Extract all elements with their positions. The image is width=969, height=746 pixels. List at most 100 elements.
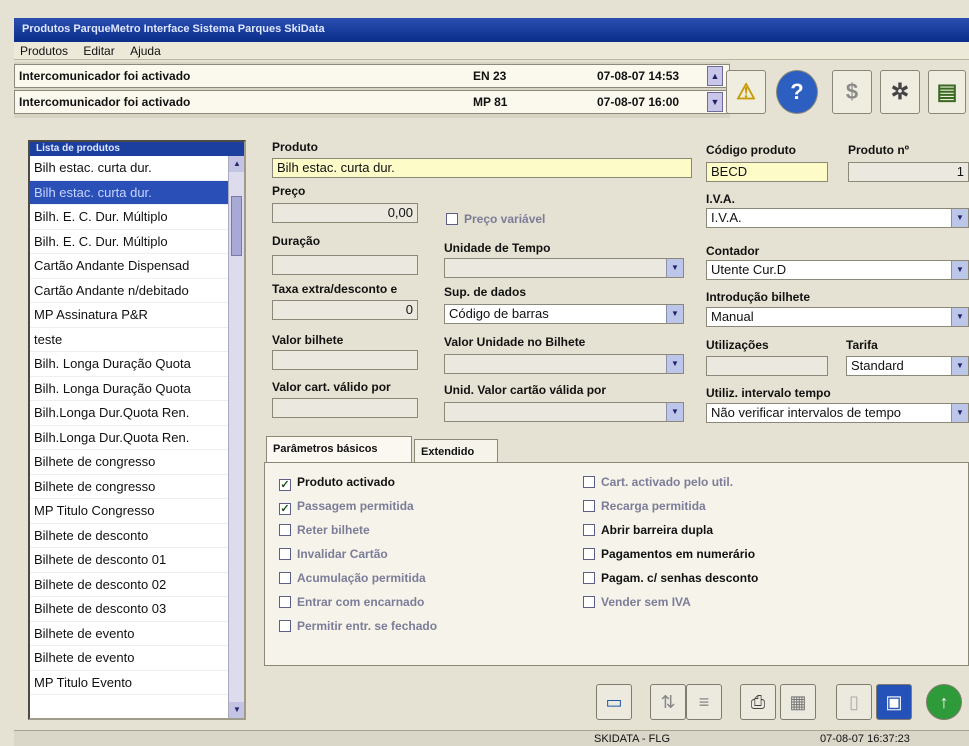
preco-variavel-checkbox[interactable]: Preço variável <box>446 212 545 226</box>
chevron-down-icon[interactable]: ▼ <box>951 261 968 279</box>
valor-cartao-input[interactable] <box>272 398 418 418</box>
checkbox-box[interactable] <box>446 213 458 225</box>
taxa-extra-input[interactable]: 0 <box>272 300 418 320</box>
parameter-checkbox[interactable]: Abrir barreira dupla <box>583 523 713 537</box>
unid-valor-cartao-select[interactable]: ▼ <box>444 402 684 422</box>
checkbox-box[interactable] <box>279 548 291 560</box>
list-item[interactable]: Bilhete de desconto 03 <box>30 597 228 622</box>
alarm-scroll-down-icon[interactable]: ▼ <box>707 92 723 112</box>
list-item[interactable]: MP Assinatura P&R <box>30 303 228 328</box>
checkbox-box[interactable] <box>279 620 291 632</box>
parameter-checkbox[interactable]: ✓ Produto activado <box>279 475 395 491</box>
sort-icon[interactable]: ⇅ <box>650 684 686 720</box>
list-item[interactable]: teste <box>30 328 228 352</box>
parameter-checkbox[interactable]: Permitir entr. se fechado <box>279 619 437 633</box>
report-icon[interactable]: ▤ <box>928 70 966 114</box>
checkbox-box[interactable] <box>279 596 291 608</box>
chevron-down-icon[interactable]: ▼ <box>951 209 968 227</box>
list-item[interactable]: MP Titulo Congresso <box>30 499 228 524</box>
chevron-down-icon[interactable]: ▼ <box>951 404 968 422</box>
parameter-checkbox[interactable]: Reter bilhete <box>279 523 370 537</box>
alarm-row[interactable]: Intercomunicador foi activado EN 23 07-0… <box>14 64 730 88</box>
list-item[interactable]: Bilhete de evento <box>30 646 228 671</box>
list-item[interactable]: Bilh.Longa Dur.Quota Ren. <box>30 426 228 450</box>
checkbox-box[interactable] <box>583 476 595 488</box>
list-icon[interactable]: ≡ <box>686 684 722 720</box>
unidade-tempo-select[interactable]: ▼ <box>444 258 684 278</box>
parameter-checkbox[interactable]: Cart. activado pelo util. <box>583 475 733 489</box>
warning-icon[interactable]: ⚠ <box>726 70 766 114</box>
list-item[interactable]: Bilh. Longa Duração Quota <box>30 352 228 377</box>
parameter-checkbox[interactable]: Vender sem IVA <box>583 595 691 609</box>
list-item[interactable]: Bilhete de desconto 02 <box>30 573 228 597</box>
checkmark-icon[interactable]: ✓ <box>279 479 291 491</box>
parameter-checkbox[interactable]: Entrar com encarnado <box>279 595 424 609</box>
produto-input[interactable]: Bilh estac. curta dur. <box>272 158 692 178</box>
parameter-checkbox[interactable]: Pagam. c/ senhas desconto <box>583 571 758 585</box>
list-item[interactable]: Bilh estac. curta dur. <box>30 180 228 205</box>
checkbox-box[interactable] <box>583 572 595 584</box>
save-icon[interactable]: ▣ <box>876 684 912 720</box>
parameter-checkbox[interactable]: Pagamentos em numerário <box>583 547 755 561</box>
tab-parametros-basicos[interactable]: Parâmetros básicos <box>266 436 412 462</box>
utilizacoes-input[interactable] <box>706 356 828 376</box>
contador-select[interactable]: Utente Cur.D ▼ <box>706 260 969 280</box>
chevron-down-icon[interactable]: ▼ <box>951 357 968 375</box>
help-icon[interactable]: ? <box>776 70 818 114</box>
chevron-down-icon[interactable]: ▼ <box>666 403 683 421</box>
list-item[interactable]: Bilh. E. C. Dur. Múltiplo <box>30 230 228 254</box>
checkmark-icon[interactable]: ✓ <box>279 503 291 515</box>
duracao-input[interactable] <box>272 255 418 275</box>
list-item[interactable]: Bilhete de desconto 01 <box>30 548 228 573</box>
up-arrow-icon[interactable]: ↑ <box>926 684 962 720</box>
checkbox-box[interactable] <box>583 548 595 560</box>
money-bag-icon[interactable]: $ <box>832 70 872 114</box>
list-scroll-up-icon[interactable]: ▲ <box>229 156 244 172</box>
list-item[interactable]: Bilhete de evento <box>30 622 228 646</box>
valor-bilhete-input[interactable] <box>272 350 418 370</box>
preco-input[interactable]: 0,00 <box>272 203 418 223</box>
tab-extendido[interactable]: Extendido <box>414 439 498 462</box>
list-item[interactable]: MP Titulo Evento <box>30 671 228 695</box>
menu-ajuda[interactable]: Ajuda <box>124 42 167 58</box>
card-icon[interactable]: ▭ <box>596 684 632 720</box>
calendar-icon[interactable]: ▦ <box>780 684 816 720</box>
list-scroll-down-icon[interactable]: ▼ <box>229 702 244 718</box>
chevron-down-icon[interactable]: ▼ <box>666 355 683 373</box>
introducao-bilhete-select[interactable]: Manual ▼ <box>706 307 969 327</box>
iva-select[interactable]: I.V.A. ▼ <box>706 208 969 228</box>
new-document-icon[interactable]: ▯ <box>836 684 872 720</box>
chevron-down-icon[interactable]: ▼ <box>951 308 968 326</box>
menu-produtos[interactable]: Produtos <box>14 42 74 58</box>
alarm-row[interactable]: Intercomunicador foi activado MP 81 07-0… <box>14 90 730 114</box>
parameter-checkbox[interactable]: ✓ Passagem permitida <box>279 499 414 515</box>
parameter-checkbox[interactable]: Acumulação permitida <box>279 571 426 585</box>
list-item[interactable]: Bilhete de congresso <box>30 475 228 499</box>
list-scroll-thumb[interactable] <box>231 196 242 256</box>
menu-editar[interactable]: Editar <box>77 42 120 58</box>
list-item[interactable]: Bilh estac. curta dur. <box>30 156 228 181</box>
settings-wheel-icon[interactable]: ✲ <box>880 70 920 114</box>
list-item[interactable]: Cartão Andante n/debitado <box>30 279 228 303</box>
list-item[interactable]: Bilhete de desconto <box>30 524 228 548</box>
alarm-scroll-up-icon[interactable]: ▲ <box>707 66 723 86</box>
produto-numero-input[interactable]: 1 <box>848 162 969 182</box>
chevron-down-icon[interactable]: ▼ <box>666 259 683 277</box>
codigo-produto-input[interactable]: BECD <box>706 162 828 182</box>
checkbox-box[interactable] <box>279 572 291 584</box>
list-item[interactable]: Bilh. E. C. Dur. Múltiplo <box>30 205 228 230</box>
parameter-checkbox[interactable]: Recarga permitida <box>583 499 706 513</box>
list-item[interactable]: Bilhete de congresso <box>30 450 228 475</box>
list-item[interactable]: Bilh. Longa Duração Quota <box>30 377 228 401</box>
checkbox-box[interactable] <box>583 596 595 608</box>
print-icon[interactable]: ⎙ <box>740 684 776 720</box>
utiliz-intervalo-select[interactable]: Não verificar intervalos de tempo ▼ <box>706 403 969 423</box>
tarifa-select[interactable]: Standard ▼ <box>846 356 969 376</box>
checkbox-box[interactable] <box>583 500 595 512</box>
checkbox-box[interactable] <box>583 524 595 536</box>
parameter-checkbox[interactable]: Invalidar Cartão <box>279 547 388 561</box>
checkbox-box[interactable] <box>279 524 291 536</box>
list-item[interactable]: Bilh.Longa Dur.Quota Ren. <box>30 401 228 426</box>
chevron-down-icon[interactable]: ▼ <box>666 305 683 323</box>
valor-unidade-select[interactable]: ▼ <box>444 354 684 374</box>
